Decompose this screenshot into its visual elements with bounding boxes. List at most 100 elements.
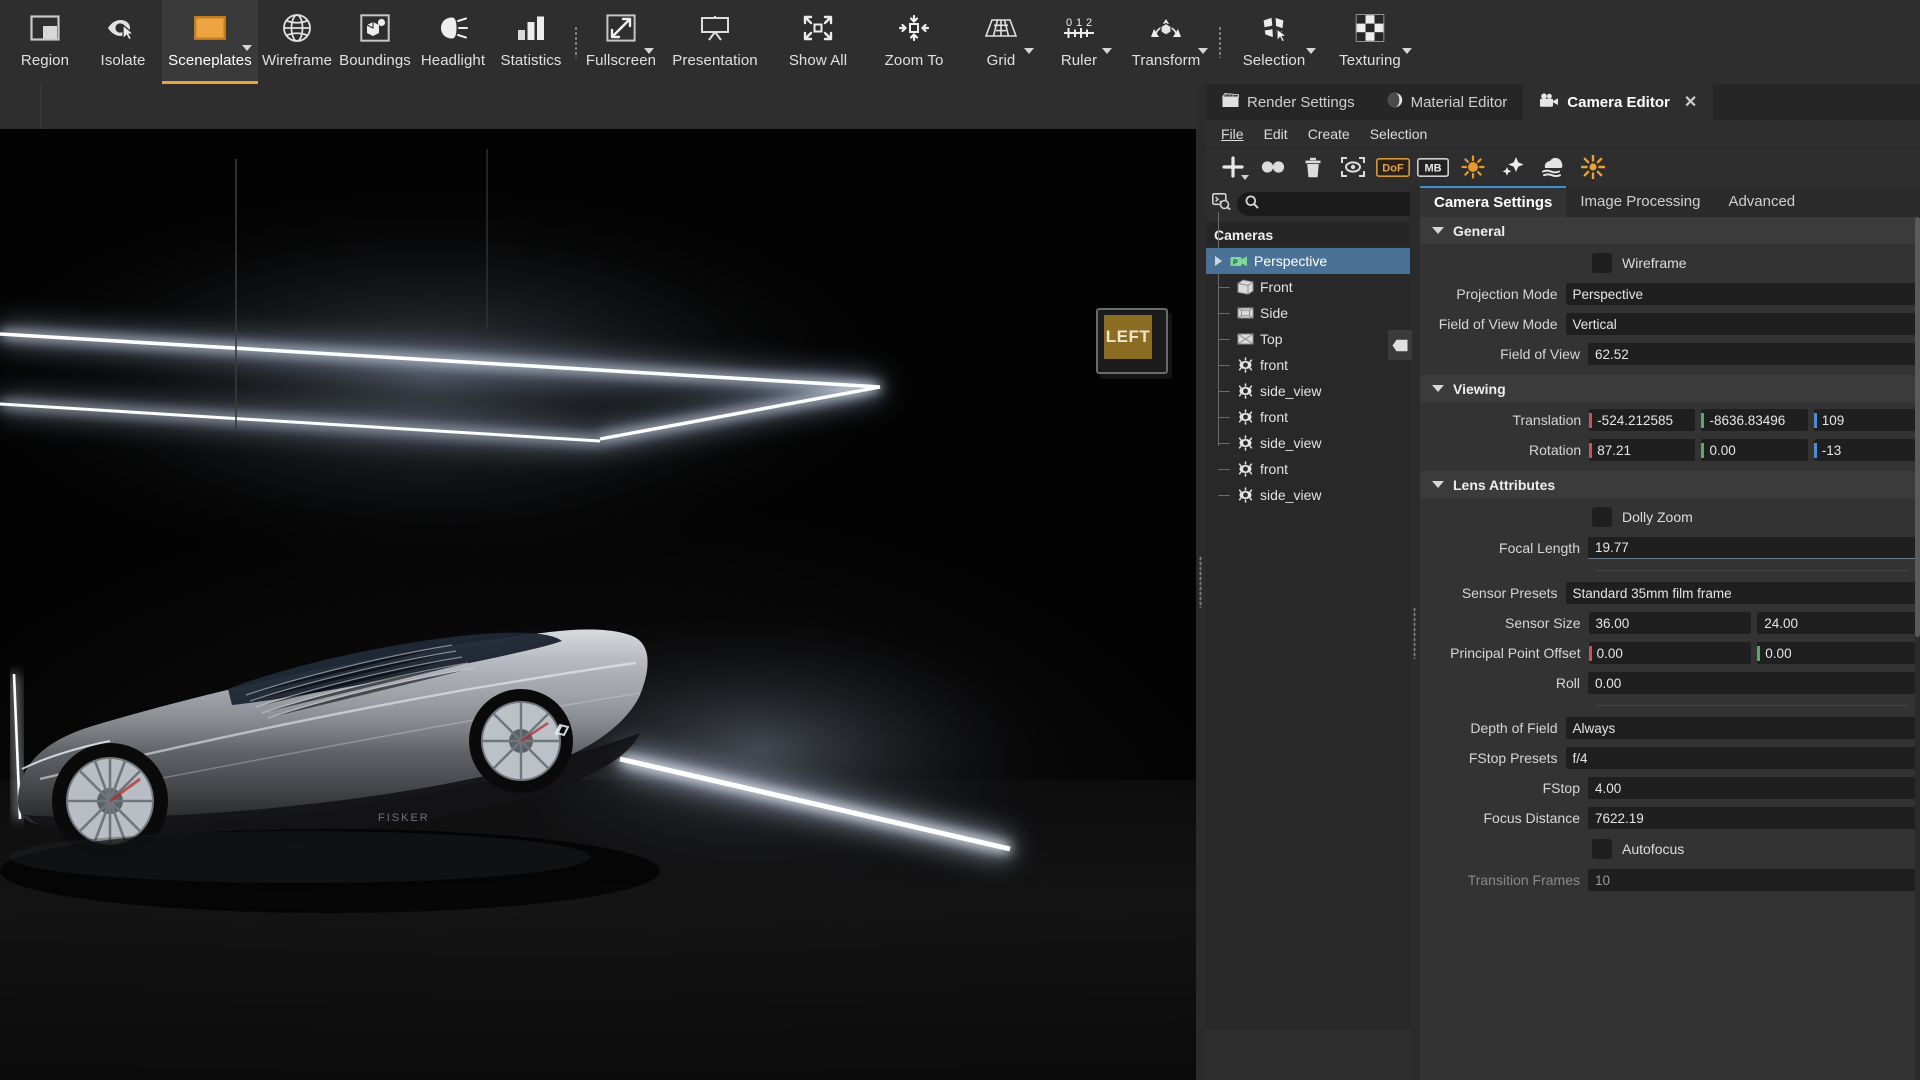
fov-input[interactable]: 62.52 [1587, 343, 1920, 365]
fov-mode-dropdown[interactable]: Vertical [1565, 313, 1920, 335]
sensor-size-width-input[interactable]: 36.00 [1588, 612, 1752, 634]
menu-selection[interactable]: Selection [1361, 123, 1437, 145]
section-header-general[interactable]: General [1420, 217, 1920, 244]
axis-z-indicator [1813, 442, 1817, 458]
dolly-zoom-checkbox[interactable] [1592, 507, 1612, 527]
tab-camera-settings[interactable]: Camera Settings [1420, 186, 1567, 217]
sensor-presets-dropdown[interactable]: Standard 35mm film frame [1565, 582, 1920, 604]
depth-of-field-dropdown[interactable]: Always [1565, 717, 1920, 739]
toolbar-button-fullscreen[interactable]: Fullscreen [582, 0, 660, 84]
motion-blur-icon[interactable]: MB [1414, 151, 1452, 183]
section-header-viewing[interactable]: Viewing [1420, 375, 1920, 402]
camera-list-item-side-view-1[interactable]: side_view [1206, 378, 1410, 404]
camera-list-item-perspective[interactable]: P Perspective [1206, 248, 1410, 274]
toolbar-button-ruler[interactable]: 012 Ruler [1040, 0, 1118, 84]
tab-camera-editor[interactable]: Camera Editor ✕ [1523, 84, 1714, 120]
focus-distance-input[interactable]: 7622.19 [1587, 807, 1920, 829]
sensor-size-height-input[interactable]: 24.00 [1757, 612, 1920, 634]
row-rotation: Rotation 87.21 0.00 -13 [1420, 435, 1920, 465]
expand-triangle-icon[interactable] [1212, 256, 1224, 266]
rotation-z-input[interactable]: -13 [1813, 439, 1920, 461]
collapse-triangle-icon[interactable] [1432, 385, 1444, 392]
chevron-down-icon[interactable] [1102, 48, 1112, 54]
camera-list-item-side-view[interactable]: Side [1206, 300, 1410, 326]
menu-edit[interactable]: Edit [1255, 123, 1297, 145]
chevron-down-icon[interactable] [1402, 48, 1412, 54]
exposure-icon[interactable] [1454, 151, 1492, 183]
toolbar-button-texturing[interactable]: Texturing [1322, 0, 1418, 84]
glare-icon[interactable] [1494, 151, 1532, 183]
command-search-icon[interactable] [1212, 193, 1231, 215]
translation-y-input[interactable]: -8636.83496 [1701, 409, 1808, 431]
menu-create[interactable]: Create [1299, 123, 1359, 145]
toolbar-button-zoom-to[interactable]: Zoom To [866, 0, 962, 84]
camera-list-item-front-2[interactable]: front [1206, 404, 1410, 430]
view-cube[interactable]: LEFT [1090, 304, 1176, 382]
toolbar-button-wireframe[interactable]: Wireframe [258, 0, 336, 84]
delete-camera-icon[interactable] [1294, 151, 1332, 183]
camera-list[interactable]: P Perspective Front Side Top front side_… [1206, 212, 1410, 1030]
transition-frames-input[interactable]: 10 [1587, 869, 1920, 891]
collapse-triangle-icon[interactable] [1432, 227, 1444, 234]
camera-list-item-front-3[interactable]: front [1206, 456, 1410, 482]
camera-list-item-side-view-3[interactable]: side_view [1206, 482, 1410, 508]
toolbar-button-show-all[interactable]: Show All [770, 0, 866, 84]
toolbar-button-statistics[interactable]: Statistics [492, 0, 570, 84]
autofocus-checkbox[interactable] [1592, 839, 1612, 859]
chevron-down-icon[interactable] [644, 48, 654, 54]
rotation-x-input[interactable]: 87.21 [1589, 439, 1696, 461]
flare-icon[interactable] [1574, 151, 1612, 183]
toolbar-button-transform[interactable]: Transform [1118, 0, 1214, 84]
section-header-lens-attributes[interactable]: Lens Attributes [1420, 471, 1920, 498]
camera-list-item-front-view[interactable]: Front [1206, 274, 1410, 300]
camera-list-item-top-view[interactable]: Top [1206, 326, 1410, 352]
camera-list-item-side-view-2[interactable]: side_view [1206, 430, 1410, 456]
tab-render-settings[interactable]: Render Settings [1206, 84, 1371, 120]
tab-close-icon[interactable]: ✕ [1684, 92, 1697, 112]
rotation-y-input[interactable]: 0.00 [1701, 439, 1808, 461]
collapse-list-button[interactable] [1388, 330, 1412, 360]
toolbar-button-headlight[interactable]: Headlight [414, 0, 492, 84]
camera-list-label: front [1260, 357, 1289, 373]
toolbar-button-sceneplates[interactable]: Sceneplates [162, 0, 258, 84]
focal-length-input[interactable]: 19.77 [1587, 537, 1920, 559]
translation-x-input[interactable]: -524.212585 [1589, 409, 1696, 431]
toolbar-button-presentation[interactable]: Presentation [660, 0, 770, 84]
projection-mode-dropdown[interactable]: Perspective [1565, 283, 1920, 305]
view-cube-face-label[interactable]: LEFT [1104, 315, 1152, 359]
menu-file[interactable]: File [1212, 123, 1253, 145]
add-camera-icon[interactable] [1214, 151, 1252, 183]
translation-z-input[interactable]: 109 [1813, 409, 1920, 431]
viewport-3d[interactable]: FISKER LEFT [0, 84, 1196, 1080]
ppo-x-input[interactable]: 0.00 [1588, 642, 1752, 664]
chevron-down-icon[interactable] [1198, 48, 1208, 54]
wireframe-checkbox[interactable] [1592, 253, 1612, 273]
bloom-icon[interactable] [1534, 151, 1572, 183]
scrollbar-thumb[interactable] [1915, 217, 1920, 637]
depth-of-field-icon[interactable]: DoF [1374, 151, 1412, 183]
toolbar-button-selection[interactable]: Selection [1226, 0, 1322, 84]
toolbar-button-boundings[interactable]: Boundings [336, 0, 414, 84]
toolbar-button-isolate[interactable]: Isolate [84, 0, 162, 84]
stereo-camera-icon[interactable] [1254, 151, 1292, 183]
chevron-down-icon[interactable] [1241, 175, 1249, 180]
roll-input[interactable]: 0.00 [1587, 672, 1920, 694]
chevron-down-icon[interactable] [1306, 48, 1316, 54]
camera-list-item-front-1[interactable]: front [1206, 352, 1410, 378]
panel-splitter-left[interactable] [1196, 84, 1206, 1080]
look-through-icon[interactable] [1334, 151, 1372, 183]
toolbar-button-grid[interactable]: Grid [962, 0, 1040, 84]
chevron-down-icon[interactable] [1024, 48, 1034, 54]
panel-splitter-mid[interactable] [1410, 186, 1420, 1080]
fstop-input[interactable]: 4.00 [1587, 777, 1920, 799]
properties-scrollbar[interactable] [1915, 217, 1920, 1080]
fstop-presets-dropdown[interactable]: f/4 [1565, 747, 1920, 769]
tab-image-processing[interactable]: Image Processing [1566, 186, 1714, 217]
ppo-y-input[interactable]: 0.00 [1757, 642, 1920, 664]
viewport-scene[interactable]: FISKER LEFT [0, 129, 1196, 1080]
tab-advanced[interactable]: Advanced [1714, 186, 1809, 217]
collapse-triangle-icon[interactable] [1432, 481, 1444, 488]
chevron-down-icon[interactable] [242, 45, 252, 51]
toolbar-button-region[interactable]: Region [6, 0, 84, 84]
tab-material-editor[interactable]: Material Editor [1371, 84, 1524, 120]
